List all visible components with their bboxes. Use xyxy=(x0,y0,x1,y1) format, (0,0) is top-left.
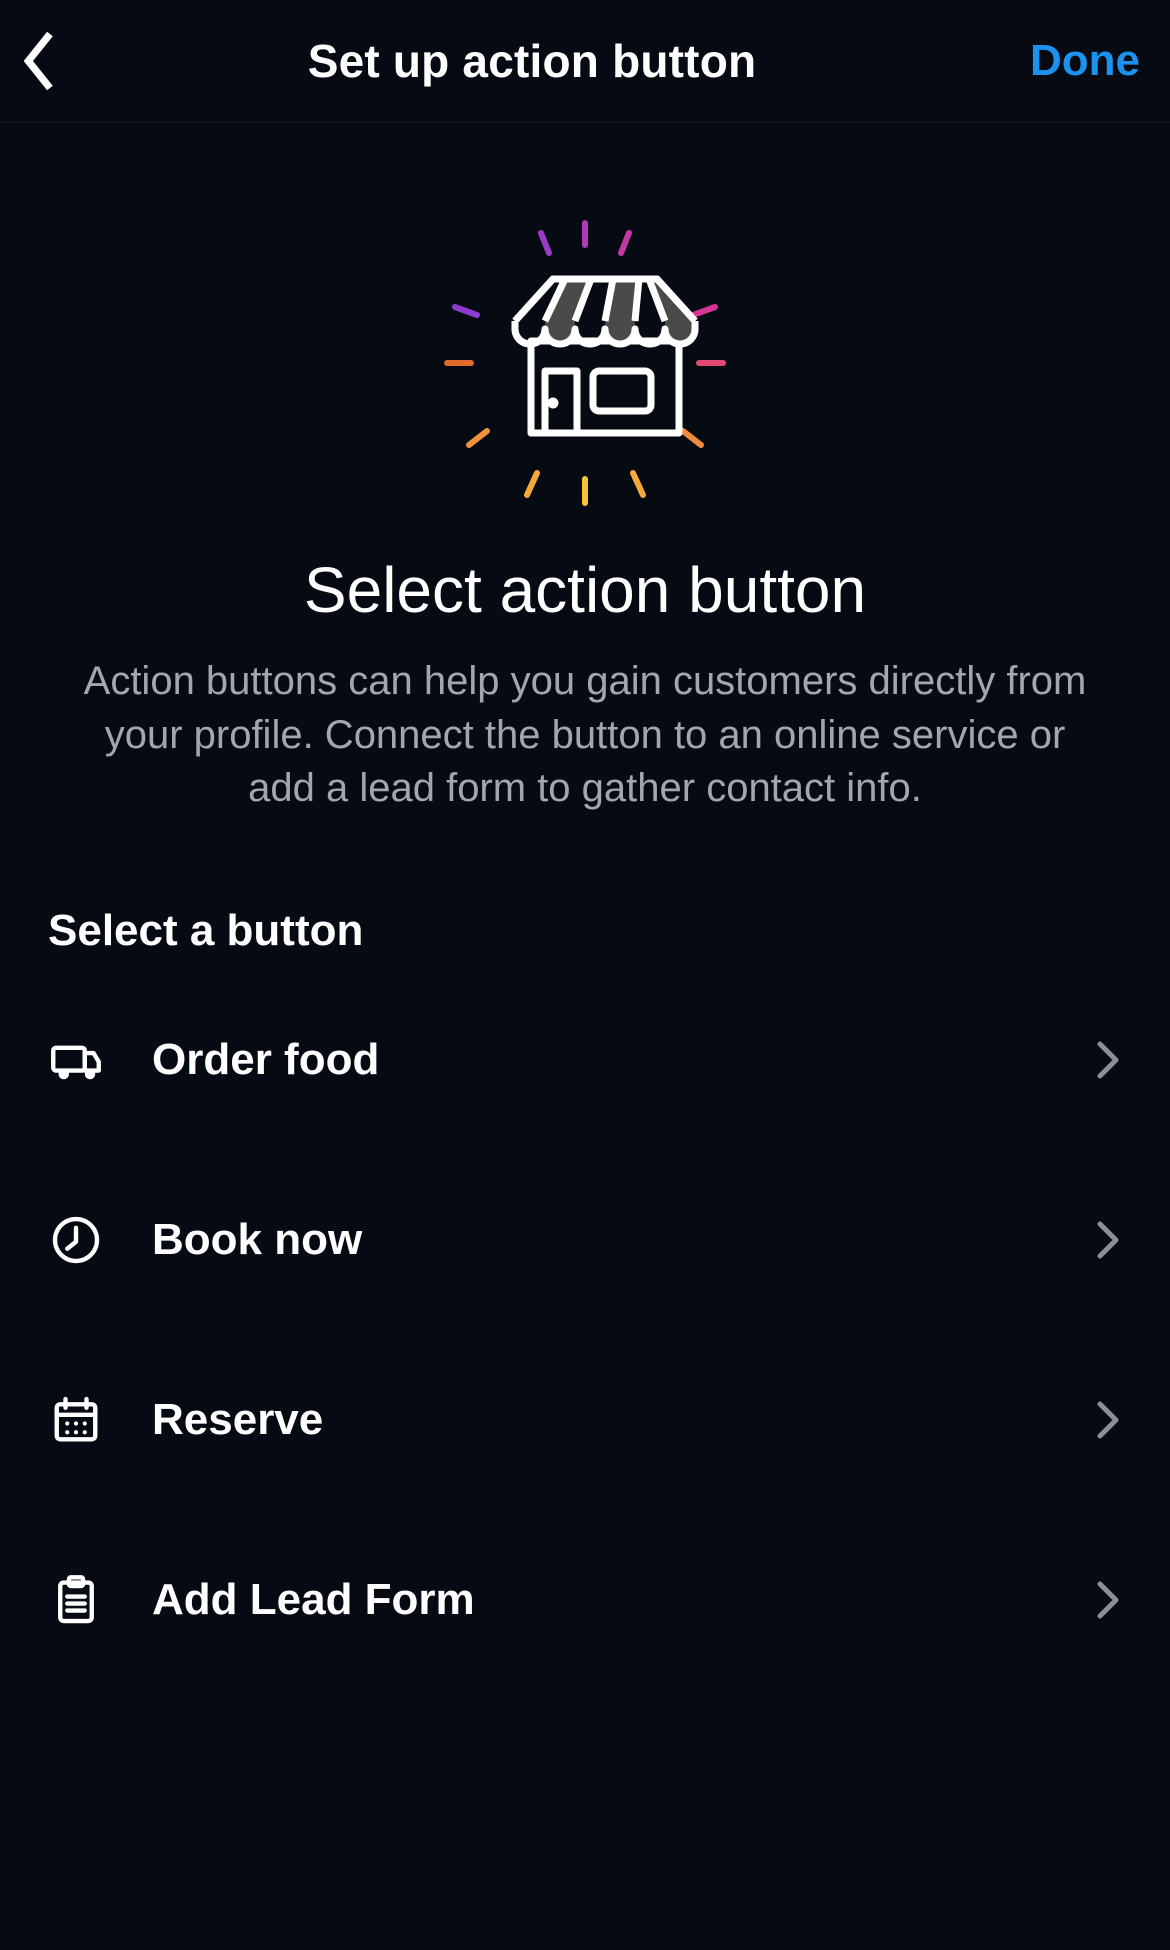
chevron-right-icon xyxy=(1082,1220,1122,1260)
section-header: Select a button xyxy=(0,816,1170,970)
chevron-left-icon xyxy=(20,32,56,90)
chevron-right-icon xyxy=(1082,1580,1122,1620)
calendar-icon xyxy=(48,1392,116,1448)
chevron-right-icon xyxy=(1082,1040,1122,1080)
option-label: Order food xyxy=(116,1035,1082,1085)
option-list: Order food Book now xyxy=(0,970,1170,1690)
truck-icon xyxy=(48,1032,116,1088)
option-book-now[interactable]: Book now xyxy=(48,1150,1122,1330)
chevron-right-icon xyxy=(1082,1400,1122,1440)
option-label: Reserve xyxy=(116,1395,1082,1445)
hero-section: Select action button Action buttons can … xyxy=(0,123,1170,816)
option-reserve[interactable]: Reserve xyxy=(48,1330,1122,1510)
option-add-lead-form[interactable]: Add Lead Form xyxy=(48,1510,1122,1690)
storefront-icon xyxy=(435,213,735,513)
back-button[interactable] xyxy=(20,32,84,90)
page-title: Set up action button xyxy=(84,34,980,88)
hero-description: Action buttons can help you gain custome… xyxy=(0,655,1170,816)
option-label: Book now xyxy=(116,1215,1082,1265)
done-button[interactable]: Done xyxy=(980,36,1140,86)
hero-title: Select action button xyxy=(304,553,866,627)
clock-icon xyxy=(48,1212,116,1268)
clipboard-icon xyxy=(48,1572,116,1628)
header: Set up action button Done xyxy=(0,0,1170,123)
option-label: Add Lead Form xyxy=(116,1575,1082,1625)
option-order-food[interactable]: Order food xyxy=(48,970,1122,1150)
